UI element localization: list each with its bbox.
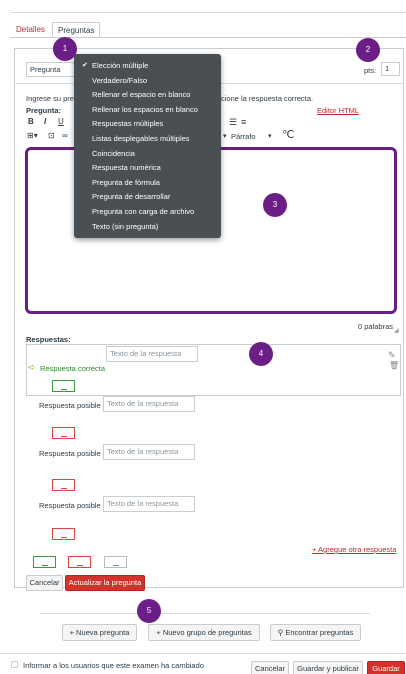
dropdown-item-label: Pregunta de desarrollar <box>92 192 171 202</box>
edit-pencil-icon[interactable]: ✎ <box>388 350 396 361</box>
dropdown-item-numerical[interactable]: Respuesta numérica <box>74 161 221 176</box>
possible-comment-icon-1[interactable] <box>52 427 75 439</box>
bold-button[interactable]: B <box>28 117 34 126</box>
question-type-dropdown: ✔ Elección múltiple Verdadero/Falso Relle… <box>74 54 221 238</box>
possible-answer-placeholder-1: Texto de la respuesta <box>107 399 179 408</box>
correct-answer-input[interactable]: Texto de la respuesta <box>106 346 198 362</box>
dropdown-item-file-upload[interactable]: Pregunta con carga de archivo <box>74 205 221 220</box>
dropdown-item-label: Texto (sin pregunta) <box>92 221 159 231</box>
resize-handle-icon[interactable]: ◢ <box>394 327 399 334</box>
possible-answer-placeholder-2: Texto de la respuesta <box>107 447 179 456</box>
dropdown-item-label: Rellenar el espacio en blanco <box>92 90 191 100</box>
possible-answer-label-3: Respuesta posible <box>39 501 101 510</box>
underline-button[interactable]: U <box>58 117 64 126</box>
dropdown-item-label: Respuesta numérica <box>92 163 161 173</box>
dropdown-item-multiple-dropdowns[interactable]: Listas desplegables múltiples <box>74 132 221 147</box>
callout-badge-1: 1 <box>53 37 77 61</box>
search-icon: ⚲ <box>277 628 284 637</box>
accessibility-icon[interactable]: ℃ <box>282 128 294 141</box>
checkmark-icon: ✔ <box>82 62 88 69</box>
table-icon[interactable]: ⊞▾ <box>27 131 38 140</box>
notify-label: Informar a los usuarios que este examen … <box>23 661 204 670</box>
bottom-divider <box>40 613 370 614</box>
dropdown-item-formula[interactable]: Pregunta de fórmula <box>74 176 221 191</box>
tab-preguntas[interactable]: Preguntas <box>52 22 101 38</box>
points-label: pts: <box>364 66 377 75</box>
possible-answer-label-2: Respuesta posible <box>39 449 101 458</box>
possible-answer-input-3[interactable]: Texto de la respuesta <box>103 496 195 512</box>
cancel-question-button[interactable]: Cancelar <box>26 575 63 591</box>
dropdown-item-label: Rellenar los espacios en blanco <box>92 104 198 114</box>
correct-arrow-icon: ➪ <box>28 362 36 372</box>
word-count: 0 palabras <box>358 322 394 331</box>
paragraph-caret-icon: ▾ <box>223 133 227 140</box>
callout-badge-4: 4 <box>249 342 273 366</box>
question-type-value: Pregunta <box>30 65 61 74</box>
callout-badge-5: 5 <box>137 599 161 623</box>
correct-answer-placeholder: Texto de la respuesta <box>110 349 182 358</box>
correct-feedback-icon[interactable] <box>33 556 56 568</box>
dropdown-item-matching[interactable]: Coincidencia <box>74 147 221 162</box>
dropdown-item-fill-blanks[interactable]: Rellenar los espacios en blanco <box>74 103 221 118</box>
update-question-button[interactable]: Actualizar la pregunta <box>65 575 145 591</box>
dropdown-item-label: Listas desplegables múltiples <box>92 133 190 143</box>
dropdown-item-multiple-answers[interactable]: Respuestas múltiples <box>74 117 221 132</box>
footer-cancel-button[interactable]: Cancelar <box>251 661 289 674</box>
possible-answer-placeholder-3: Texto de la respuesta <box>107 499 179 508</box>
dropdown-item-label: Elección múltiple <box>92 61 149 70</box>
dropdown-item-text-only[interactable]: Texto (sin pregunta) <box>74 220 221 235</box>
add-answer-link[interactable]: + Agregue otra respuesta <box>312 545 396 554</box>
top-divider <box>10 12 406 13</box>
find-questions-button[interactable]: ⚲ Encontrar preguntas <box>270 624 361 641</box>
italic-button[interactable]: I <box>44 117 46 126</box>
html-editor-link[interactable]: Editor HTML <box>317 106 359 115</box>
footer-divider <box>0 653 406 654</box>
callout-badge-2: 2 <box>356 38 380 62</box>
link-icon[interactable]: ∞ <box>62 131 68 140</box>
points-value: 1 <box>385 64 390 73</box>
tab-detalles[interactable]: Detalles <box>11 22 50 38</box>
instructions-text-right: cione la respuesta correcta. <box>221 94 314 103</box>
callout-badge-3: 3 <box>263 193 287 217</box>
paragraph-select[interactable]: Párrafo <box>231 132 256 141</box>
dropdown-item-label: Verdadero/Falso <box>92 75 148 85</box>
media-icon[interactable]: ⊡ <box>48 131 55 140</box>
correct-answer-label: Respuesta correcta <box>40 364 106 373</box>
save-publish-button[interactable]: Guardar y publicar <box>293 661 363 674</box>
possible-answer-input-2[interactable]: Texto de la respuesta <box>103 444 195 460</box>
answers-heading: Respuestas: <box>26 335 71 344</box>
possible-comment-icon-2[interactable] <box>52 479 75 491</box>
dropdown-item-fill-blank[interactable]: Rellenar el espacio en blanco <box>74 88 221 103</box>
dropdown-item-label: Pregunta con carga de archivo <box>92 206 195 216</box>
new-question-group-button[interactable]: + Nuevo grupo de preguntas <box>148 624 260 641</box>
points-input[interactable]: 1 <box>381 62 400 76</box>
new-question-button[interactable]: + Nueva pregunta <box>62 624 137 641</box>
trash-icon[interactable]: 🗑 <box>389 361 399 370</box>
dropdown-item-true-false[interactable]: Verdadero/Falso <box>74 74 221 89</box>
find-questions-label: Encontrar preguntas <box>285 628 354 637</box>
possible-answer-input-1[interactable]: Texto de la respuesta <box>103 396 195 412</box>
dropdown-item-label: Respuestas múltiples <box>92 119 164 129</box>
bullet-list-icon[interactable]: ☰ <box>229 117 237 128</box>
correct-comment-icon[interactable] <box>52 380 75 392</box>
paragraph-chevron-icon: ▾ <box>268 133 272 140</box>
dropdown-item-multiple-choice[interactable]: ✔ Elección múltiple <box>74 59 221 74</box>
numbered-list-icon[interactable]: ≡ <box>241 117 246 127</box>
question-label: Pregunta: <box>26 106 62 115</box>
dropdown-item-label: Pregunta de fórmula <box>92 177 160 187</box>
possible-answer-label-1: Respuesta posible <box>39 401 101 410</box>
possible-comment-icon-3[interactable] <box>52 528 75 540</box>
save-button[interactable]: Guardar <box>367 661 405 674</box>
dropdown-item-essay[interactable]: Pregunta de desarrollar <box>74 190 221 205</box>
instructions-text-left: Ingrese su preg <box>26 94 79 103</box>
neutral-feedback-icon[interactable] <box>104 556 127 568</box>
incorrect-feedback-icon[interactable] <box>68 556 91 568</box>
dropdown-item-label: Coincidencia <box>92 148 135 158</box>
notify-checkbox[interactable] <box>11 661 18 668</box>
